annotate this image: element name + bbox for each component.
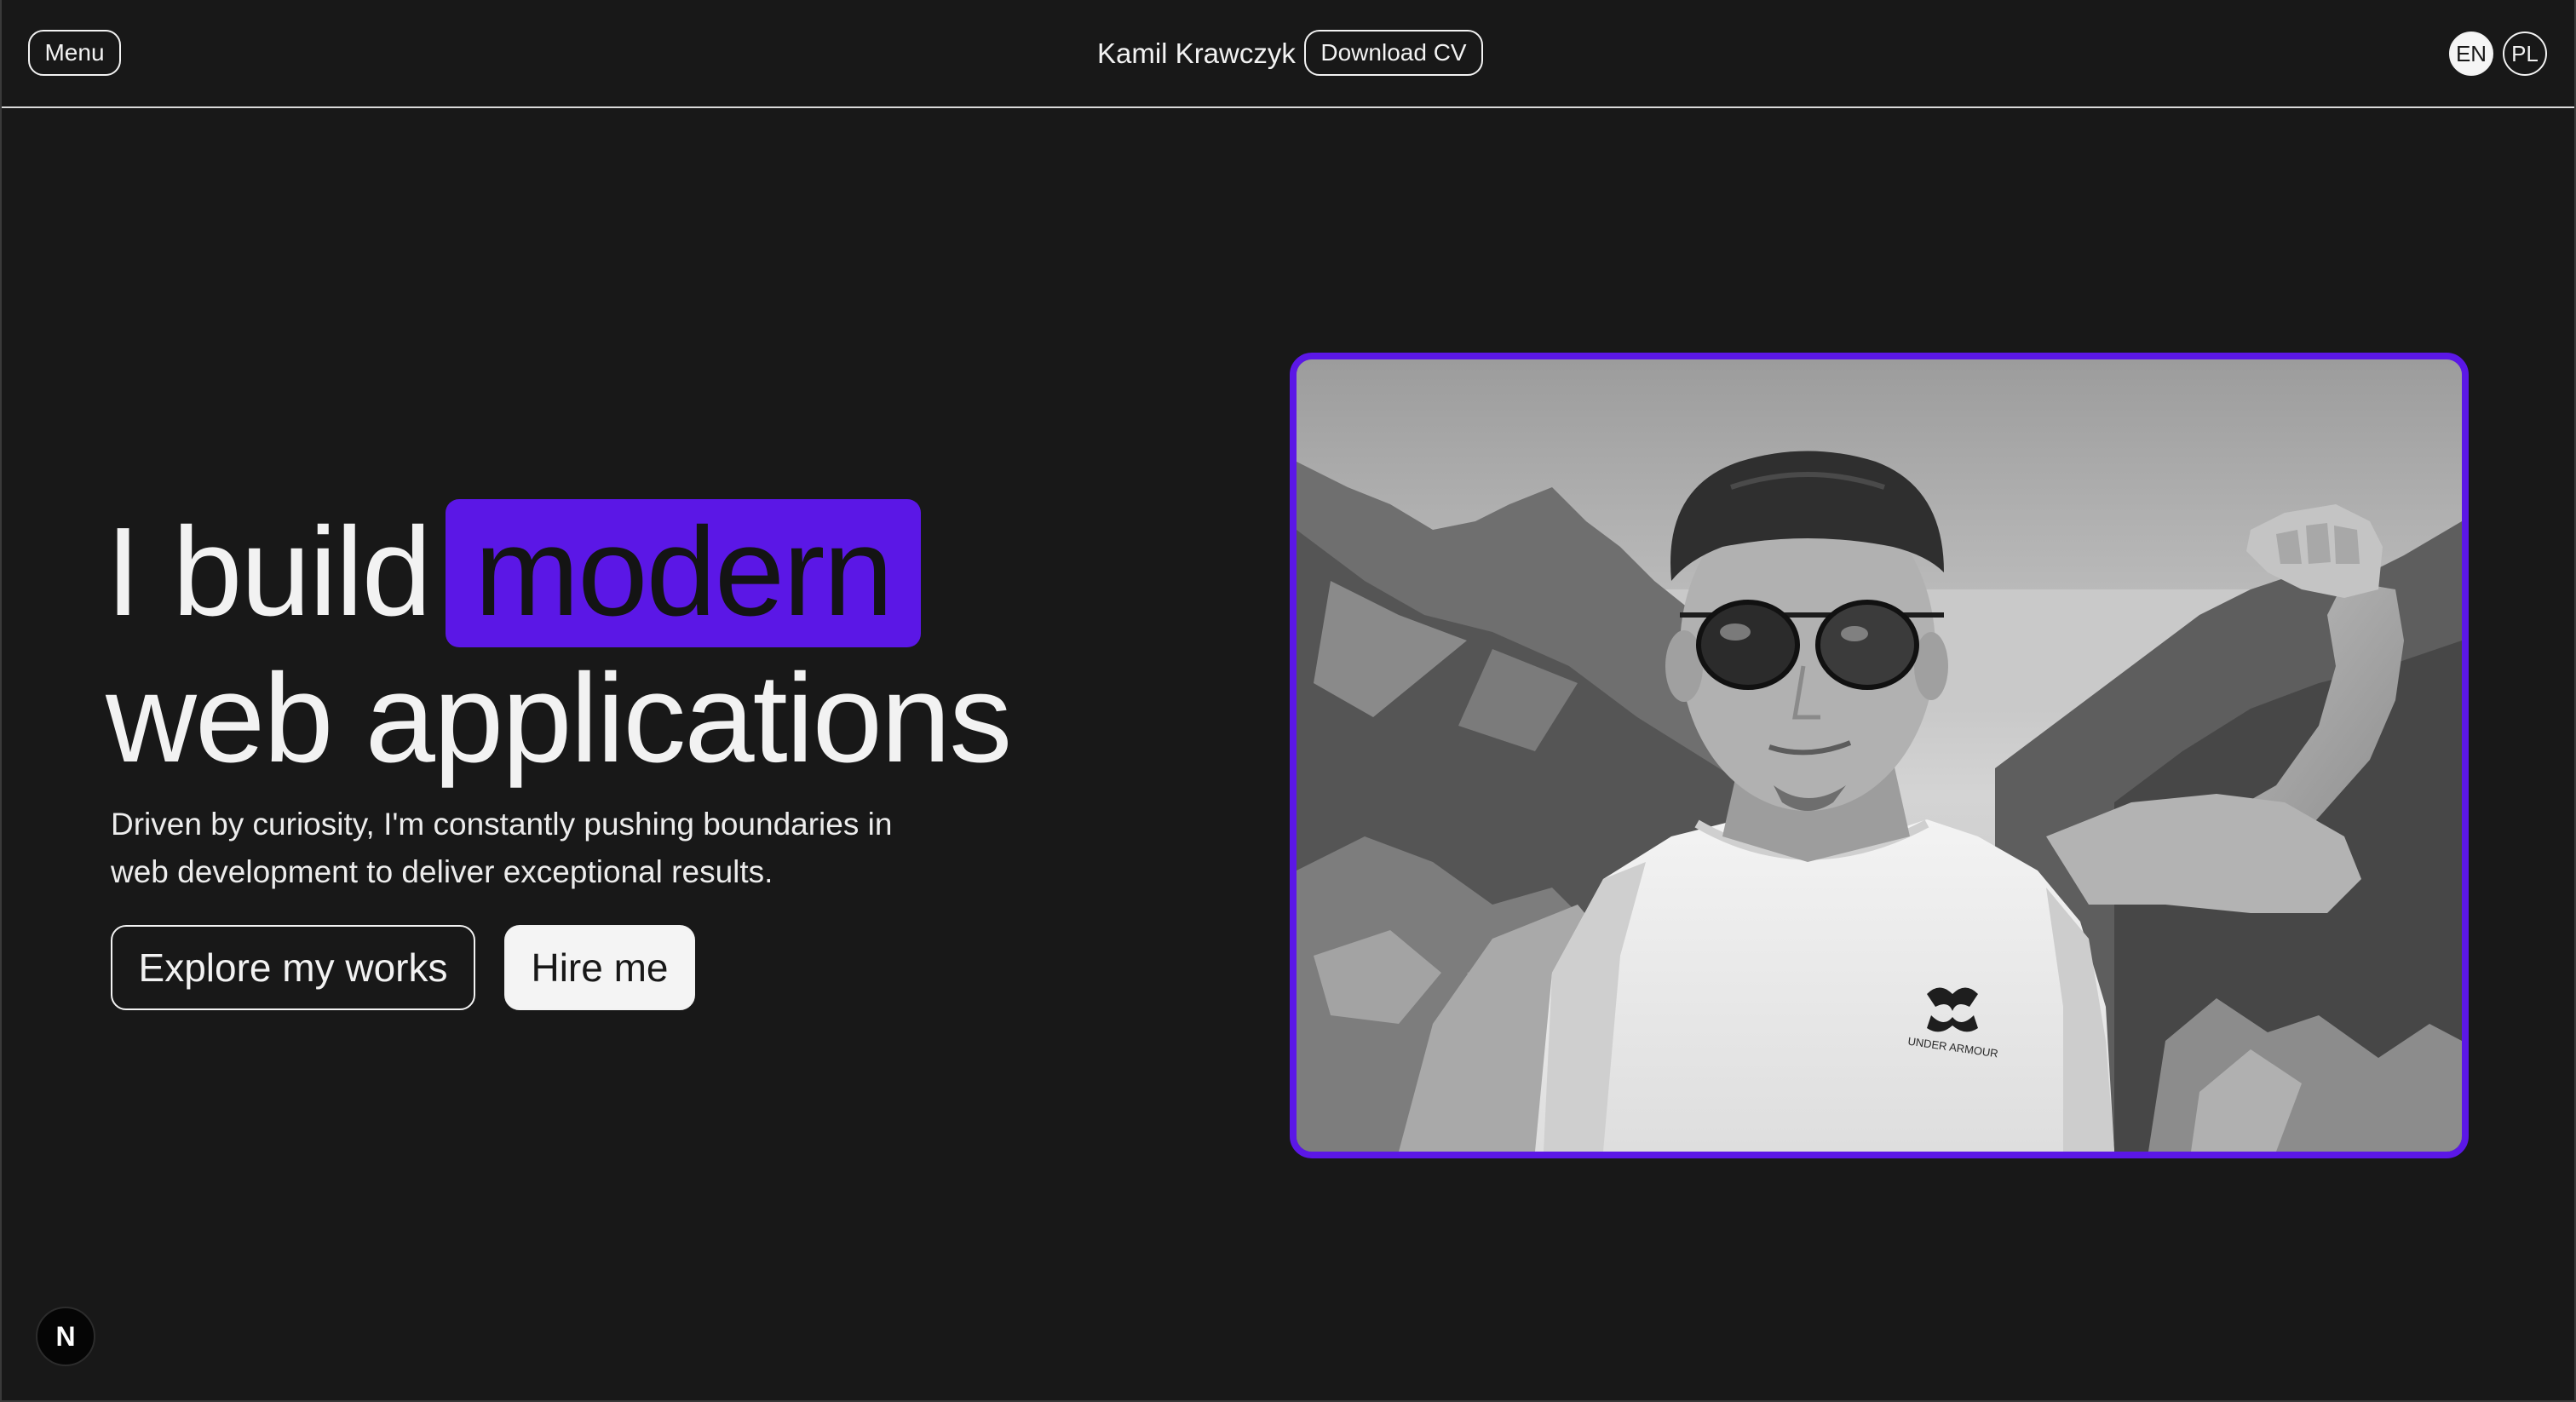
menu-button[interactable]: Menu xyxy=(28,30,121,76)
hero-subtitle: Driven by curiosity, I'm constantly push… xyxy=(111,807,893,889)
page: Menu Kamil Krawczyk Download CV EN PL I … xyxy=(0,0,2576,1402)
portrait-photo: UNDER ARMOUR xyxy=(1290,353,2469,1158)
explore-works-button[interactable]: Explore my works xyxy=(111,925,475,1010)
top-navbar: Menu Kamil Krawczyk Download CV EN PL xyxy=(2,0,2574,108)
language-pl-button[interactable]: PL xyxy=(2503,32,2547,76)
headline-highlight: modern xyxy=(445,499,921,647)
nextjs-n-icon: N xyxy=(55,1320,76,1352)
hire-me-button[interactable]: Hire me xyxy=(504,925,695,1010)
headline-prefix: I build xyxy=(106,502,432,642)
language-en-button[interactable]: EN xyxy=(2449,32,2493,76)
portrait-illustration: UNDER ARMOUR xyxy=(1297,359,2462,1152)
hero-headline: I build modern web applications xyxy=(106,499,1012,792)
site-owner-name[interactable]: Kamil Krawczyk xyxy=(1097,34,1296,73)
download-cv-button[interactable]: Download CV xyxy=(1304,30,1483,76)
headline-line-2: web applications xyxy=(106,648,1012,789)
nextjs-dev-badge[interactable]: N xyxy=(36,1307,95,1366)
headline-line-1: I build modern xyxy=(106,499,1010,647)
